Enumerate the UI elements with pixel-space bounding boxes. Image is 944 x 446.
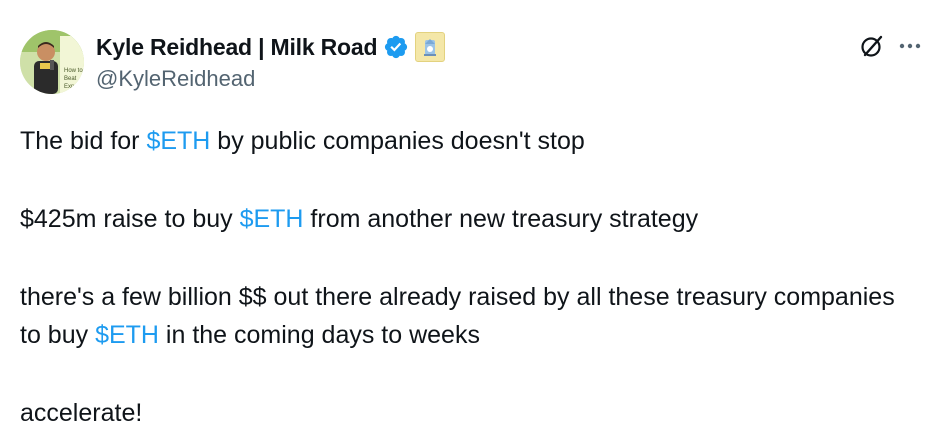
avatar-sign-line3: Exp	[64, 84, 75, 90]
verified-badge-icon[interactable]	[383, 34, 409, 60]
cashtag-eth-link[interactable]: $ETH	[240, 205, 304, 233]
tweet-paragraph-2: $425m raise to buy $ETH from another new…	[20, 200, 920, 238]
cashtag-eth-link[interactable]: $ETH	[146, 127, 210, 155]
display-name[interactable]: Kyle Reidhead | Milk Road	[96, 34, 378, 61]
avatar-image: How to Beat Exp	[20, 30, 84, 94]
tweet-card: How to Beat Exp Kyle Reidhead | Milk Roa…	[0, 0, 944, 446]
name-row: Kyle Reidhead | Milk Road	[96, 30, 446, 64]
grok-icon[interactable]	[858, 32, 886, 60]
tweet-paragraph-1: The bid for $ETH by public companies doe…	[20, 122, 920, 160]
tweet-text: The bid for $ETH by public companies doe…	[20, 122, 920, 432]
user-handle[interactable]: @KyleReidhead	[96, 66, 445, 92]
tweet-paragraph-3: there's a few billion $$ out there alrea…	[20, 278, 920, 354]
avatar-sign-line1: How to	[64, 68, 83, 74]
tweet-text-segment: The bid for	[20, 127, 147, 155]
tweet-text-segment: in the coming days to weeks	[158, 321, 480, 349]
avatar[interactable]: How to Beat Exp	[20, 30, 84, 94]
tweet-text-segment: from another new treasury strategy	[303, 205, 699, 233]
tweet-paragraph-4: accelerate!	[20, 399, 143, 427]
milk-road-badge-icon[interactable]	[415, 32, 446, 62]
avatar-sign-line2: Beat	[64, 76, 77, 82]
tweet-text-segment: by public companies doesn't stop	[210, 127, 585, 155]
more-options-icon[interactable]	[897, 36, 923, 56]
cashtag-eth-link[interactable]: $ETH	[95, 321, 159, 349]
tweet-header: Kyle Reidhead | Milk Road @KyleReidhead	[96, 30, 446, 92]
tweet-text-segment: $425m raise to buy	[20, 205, 240, 233]
